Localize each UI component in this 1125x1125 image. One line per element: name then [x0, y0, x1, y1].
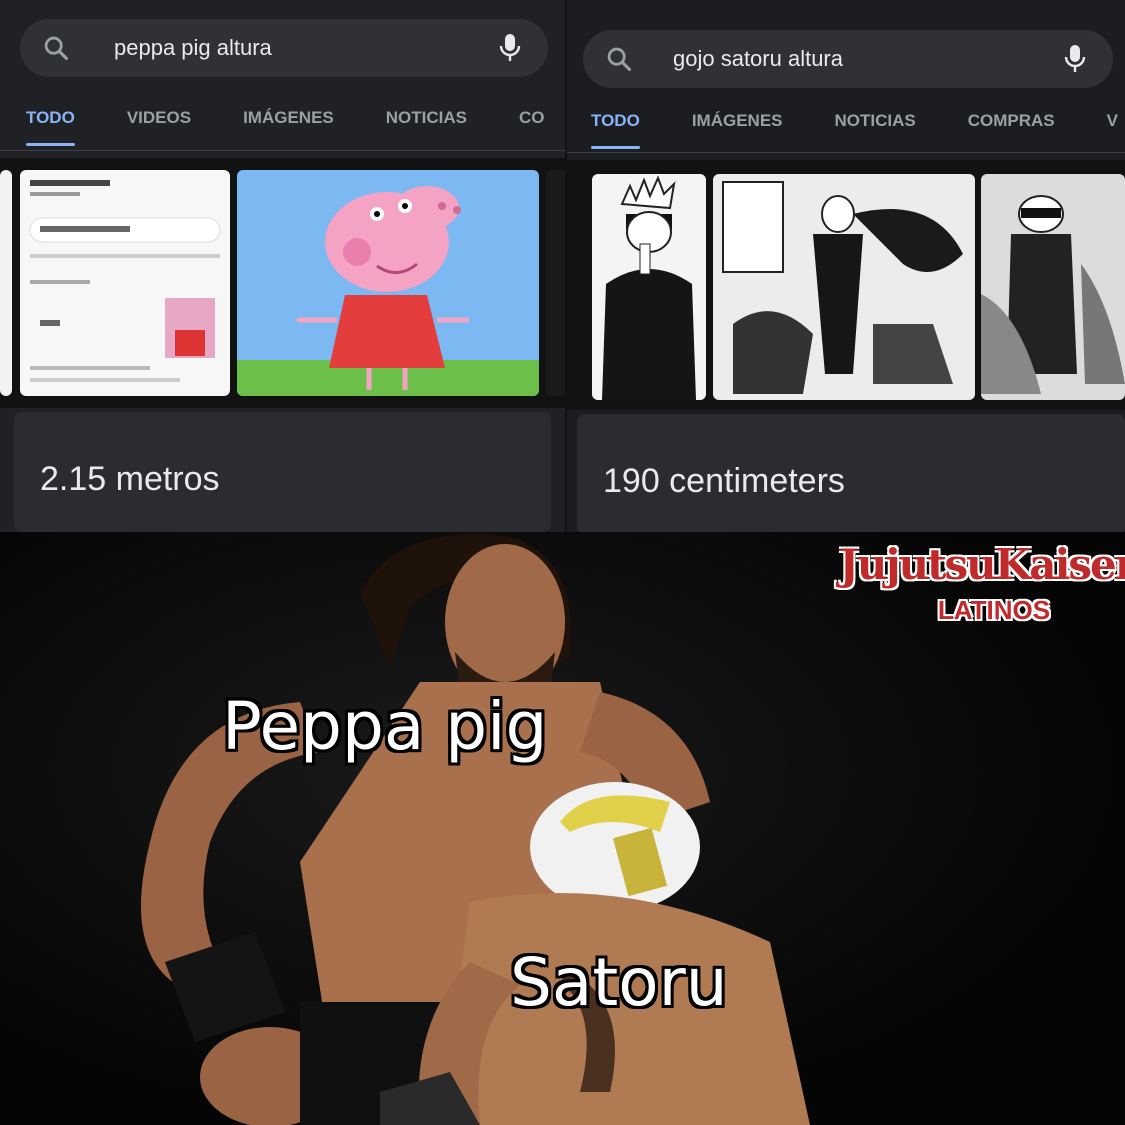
image-thumb-gojo-1[interactable] [592, 174, 706, 400]
image-results [0, 158, 567, 408]
tab-imagenes[interactable]: IMÁGENES [243, 96, 334, 140]
caption-satoru: Satoru [510, 944, 728, 1021]
search-bar[interactable]: gojo satoru altura [583, 30, 1113, 88]
search-tabs: TODO VIDEOS IMÁGENES NOTICIAS CO [26, 96, 567, 146]
tab-imagenes[interactable]: IMÁGENES [692, 99, 783, 143]
tab-videos[interactable]: V [1107, 99, 1118, 143]
height-answer: 2.15 metros [40, 460, 220, 498]
mic-icon[interactable] [498, 32, 522, 64]
image-thumb-edge[interactable] [0, 170, 12, 396]
meme-image: Peppa pig Satoru JujutsuKaisen LATINOS [0, 532, 1125, 1125]
search-tabs: TODO IMÁGENES NOTICIAS COMPRAS V [591, 99, 1125, 149]
answer-card: 2.15 metros [14, 412, 551, 532]
tab-compras[interactable]: COMPRAS [968, 99, 1055, 143]
image-results [567, 160, 1125, 410]
image-thumb-screenshot[interactable] [20, 170, 230, 396]
caption-peppa-pig: Peppa pig [222, 688, 548, 765]
search-screenshots: peppa pig altura TODO VIDEOS IMÁGENES NO… [0, 0, 1125, 532]
watermark-title: JujutsuKaisen [839, 540, 1125, 589]
mic-icon[interactable] [1063, 43, 1087, 75]
tab-todo[interactable]: TODO [26, 96, 75, 146]
tab-noticias[interactable]: NOTICIAS [835, 99, 916, 143]
search-query[interactable]: gojo satoru altura [673, 46, 1063, 72]
search-icon[interactable] [42, 34, 70, 62]
height-answer: 190 centimeters [603, 462, 845, 500]
search-icon[interactable] [605, 45, 633, 73]
image-thumb-edge-right[interactable] [546, 170, 567, 396]
peppa-search-panel: peppa pig altura TODO VIDEOS IMÁGENES NO… [0, 0, 567, 532]
image-thumb-peppa[interactable] [237, 170, 539, 396]
tabs-divider [0, 150, 567, 151]
answer-card: 190 centimeters [577, 414, 1125, 532]
tab-compras[interactable]: CO [519, 96, 545, 140]
image-thumb-gojo-2[interactable] [713, 174, 975, 400]
tab-noticias[interactable]: NOTICIAS [386, 96, 467, 140]
search-query[interactable]: peppa pig altura [114, 35, 498, 61]
search-bar[interactable]: peppa pig altura [20, 19, 548, 77]
tab-todo[interactable]: TODO [591, 99, 640, 149]
image-thumb-gojo-3[interactable] [981, 174, 1125, 400]
tab-videos[interactable]: VIDEOS [127, 96, 191, 140]
gojo-search-panel: gojo satoru altura TODO IMÁGENES NOTICIA… [567, 0, 1125, 532]
tabs-divider [567, 152, 1125, 153]
watermark-subtitle: LATINOS [937, 595, 1051, 625]
jujutsu-kaisen-watermark: JujutsuKaisen LATINOS [839, 540, 1125, 626]
